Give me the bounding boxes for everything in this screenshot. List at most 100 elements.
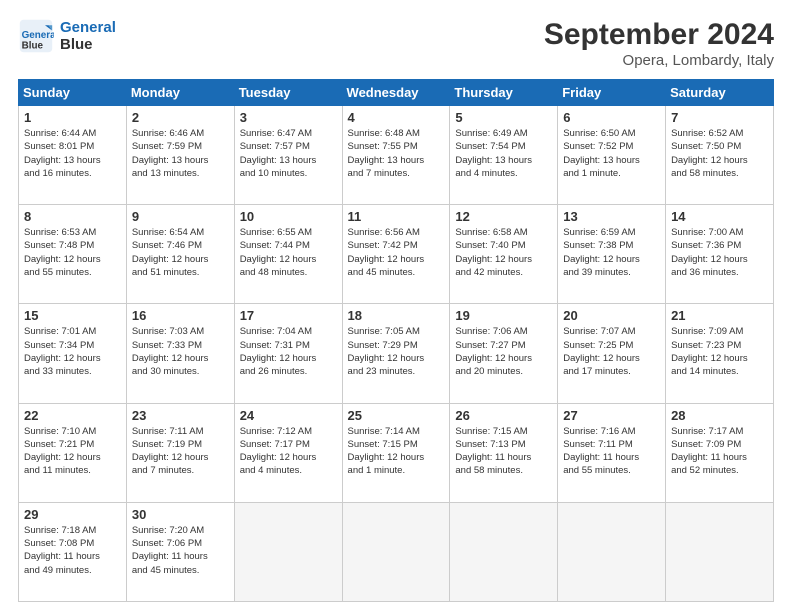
day-number: 1 xyxy=(24,110,121,125)
calendar-header-sunday: Sunday xyxy=(19,80,127,106)
sub-title: Opera, Lombardy, Italy xyxy=(544,52,774,69)
day-detail: Sunrise: 6:47 AM Sunset: 7:57 PM Dayligh… xyxy=(240,127,337,180)
calendar-header-wednesday: Wednesday xyxy=(342,80,450,106)
calendar-day-cell: 28 Sunrise: 7:17 AM Sunset: 7:09 PM Dayli… xyxy=(666,403,774,502)
day-detail: Sunrise: 7:17 AM Sunset: 7:09 PM Dayligh… xyxy=(671,425,768,478)
main-title: September 2024 xyxy=(544,18,774,52)
title-block: September 2024 Opera, Lombardy, Italy xyxy=(544,18,774,69)
day-number: 29 xyxy=(24,507,121,522)
day-detail: Sunrise: 7:14 AM Sunset: 7:15 PM Dayligh… xyxy=(348,425,445,478)
calendar-day-cell: 17Sunrise: 7:04 AM Sunset: 7:31 PM Dayli… xyxy=(234,304,342,403)
day-number: 28 xyxy=(671,408,768,423)
day-number: 26 xyxy=(455,408,552,423)
day-detail: Sunrise: 6:52 AM Sunset: 7:50 PM Dayligh… xyxy=(671,127,768,180)
calendar-header-row: SundayMondayTuesdayWednesdayThursdayFrid… xyxy=(19,80,774,106)
calendar-day-cell: 3Sunrise: 6:47 AM Sunset: 7:57 PM Daylig… xyxy=(234,106,342,205)
day-number: 15 xyxy=(24,308,121,323)
calendar-day-cell: 25 Sunrise: 7:14 AM Sunset: 7:15 PM Dayli… xyxy=(342,403,450,502)
calendar-header-monday: Monday xyxy=(126,80,234,106)
day-number: 24 xyxy=(240,408,337,423)
day-number: 22 xyxy=(24,408,121,423)
logo: General Blue General Blue xyxy=(18,18,116,54)
day-number: 10 xyxy=(240,209,337,224)
day-number: 27 xyxy=(563,408,660,423)
calendar-day-cell: 7 Sunrise: 6:52 AM Sunset: 7:50 PM Daylig… xyxy=(666,106,774,205)
day-number: 8 xyxy=(24,209,121,224)
calendar-day-cell: 14Sunrise: 7:00 AM Sunset: 7:36 PM Dayli… xyxy=(666,205,774,304)
day-number: 6 xyxy=(563,110,660,125)
calendar-day-cell: 13 Sunrise: 6:59 AM Sunset: 7:38 PM Dayli… xyxy=(558,205,666,304)
day-number: 16 xyxy=(132,308,229,323)
calendar-day-cell: 1 Sunrise: 6:44 AM Sunset: 8:01 PM Daylig… xyxy=(19,106,127,205)
day-detail: Sunrise: 6:59 AM Sunset: 7:38 PM Dayligh… xyxy=(563,226,660,279)
calendar-day-cell: 27 Sunrise: 7:16 AM Sunset: 7:11 PM Dayli… xyxy=(558,403,666,502)
calendar-day-cell: 26 Sunrise: 7:15 AM Sunset: 7:13 PM Dayli… xyxy=(450,403,558,502)
day-detail: Sunrise: 7:18 AM Sunset: 7:08 PM Dayligh… xyxy=(24,524,121,577)
day-detail: Sunrise: 7:06 AM Sunset: 7:27 PM Dayligh… xyxy=(455,325,552,378)
day-detail: Sunrise: 6:49 AM Sunset: 7:54 PM Dayligh… xyxy=(455,127,552,180)
day-number: 7 xyxy=(671,110,768,125)
day-number: 21 xyxy=(671,308,768,323)
day-detail: Sunrise: 7:11 AM Sunset: 7:19 PM Dayligh… xyxy=(132,425,229,478)
day-detail: Sunrise: 7:03 AM Sunset: 7:33 PM Dayligh… xyxy=(132,325,229,378)
logo-text: General Blue xyxy=(60,19,116,53)
calendar-day-cell: 11 Sunrise: 6:56 AM Sunset: 7:42 PM Dayli… xyxy=(342,205,450,304)
day-detail: Sunrise: 6:50 AM Sunset: 7:52 PM Dayligh… xyxy=(563,127,660,180)
day-number: 14 xyxy=(671,209,768,224)
calendar-day-cell: 29 Sunrise: 7:18 AM Sunset: 7:08 PM Dayli… xyxy=(19,502,127,601)
day-number: 23 xyxy=(132,408,229,423)
calendar-day-cell: 6 Sunrise: 6:50 AM Sunset: 7:52 PM Daylig… xyxy=(558,106,666,205)
day-detail: Sunrise: 7:12 AM Sunset: 7:17 PM Dayligh… xyxy=(240,425,337,478)
day-number: 4 xyxy=(348,110,445,125)
calendar-day-cell: 18 Sunrise: 7:05 AM Sunset: 7:29 PM Dayli… xyxy=(342,304,450,403)
day-number: 25 xyxy=(348,408,445,423)
svg-text:Blue: Blue xyxy=(22,41,44,52)
calendar-day-cell: 22Sunrise: 7:10 AM Sunset: 7:21 PM Dayli… xyxy=(19,403,127,502)
day-detail: Sunrise: 6:44 AM Sunset: 8:01 PM Dayligh… xyxy=(24,127,121,180)
calendar-header-friday: Friday xyxy=(558,80,666,106)
day-detail: Sunrise: 7:01 AM Sunset: 7:34 PM Dayligh… xyxy=(24,325,121,378)
logo-icon: General Blue xyxy=(18,18,54,54)
calendar-day-cell: 15 Sunrise: 7:01 AM Sunset: 7:34 PM Dayli… xyxy=(19,304,127,403)
calendar-day-cell: 30Sunrise: 7:20 AM Sunset: 7:06 PM Dayli… xyxy=(126,502,234,601)
day-detail: Sunrise: 7:04 AM Sunset: 7:31 PM Dayligh… xyxy=(240,325,337,378)
calendar-day-cell: 5 Sunrise: 6:49 AM Sunset: 7:54 PM Daylig… xyxy=(450,106,558,205)
calendar-day-cell: 9Sunrise: 6:54 AM Sunset: 7:46 PM Daylig… xyxy=(126,205,234,304)
day-detail: Sunrise: 6:56 AM Sunset: 7:42 PM Dayligh… xyxy=(348,226,445,279)
calendar-day-cell: 23 Sunrise: 7:11 AM Sunset: 7:19 PM Dayli… xyxy=(126,403,234,502)
calendar-day-cell xyxy=(342,502,450,601)
calendar-day-cell: 4Sunrise: 6:48 AM Sunset: 7:55 PM Daylig… xyxy=(342,106,450,205)
day-detail: Sunrise: 7:16 AM Sunset: 7:11 PM Dayligh… xyxy=(563,425,660,478)
svg-text:General: General xyxy=(22,30,54,41)
calendar-day-cell: 8 Sunrise: 6:53 AM Sunset: 7:48 PM Daylig… xyxy=(19,205,127,304)
calendar-day-cell xyxy=(558,502,666,601)
day-number: 13 xyxy=(563,209,660,224)
day-detail: Sunrise: 7:05 AM Sunset: 7:29 PM Dayligh… xyxy=(348,325,445,378)
calendar-header-thursday: Thursday xyxy=(450,80,558,106)
calendar-week-3: 15 Sunrise: 7:01 AM Sunset: 7:34 PM Dayli… xyxy=(19,304,774,403)
day-number: 11 xyxy=(348,209,445,224)
day-number: 20 xyxy=(563,308,660,323)
calendar-day-cell: 16 Sunrise: 7:03 AM Sunset: 7:33 PM Dayli… xyxy=(126,304,234,403)
day-detail: Sunrise: 7:15 AM Sunset: 7:13 PM Dayligh… xyxy=(455,425,552,478)
day-detail: Sunrise: 6:46 AM Sunset: 7:59 PM Dayligh… xyxy=(132,127,229,180)
day-detail: Sunrise: 7:09 AM Sunset: 7:23 PM Dayligh… xyxy=(671,325,768,378)
calendar-week-5: 29 Sunrise: 7:18 AM Sunset: 7:08 PM Dayli… xyxy=(19,502,774,601)
day-detail: Sunrise: 6:58 AM Sunset: 7:40 PM Dayligh… xyxy=(455,226,552,279)
day-detail: Sunrise: 6:54 AM Sunset: 7:46 PM Dayligh… xyxy=(132,226,229,279)
calendar-week-2: 8 Sunrise: 6:53 AM Sunset: 7:48 PM Daylig… xyxy=(19,205,774,304)
calendar-day-cell xyxy=(666,502,774,601)
day-number: 12 xyxy=(455,209,552,224)
day-detail: Sunrise: 7:07 AM Sunset: 7:25 PM Dayligh… xyxy=(563,325,660,378)
calendar-day-cell xyxy=(234,502,342,601)
calendar-day-cell: 19 Sunrise: 7:06 AM Sunset: 7:27 PM Dayli… xyxy=(450,304,558,403)
day-number: 2 xyxy=(132,110,229,125)
day-number: 18 xyxy=(348,308,445,323)
day-detail: Sunrise: 6:53 AM Sunset: 7:48 PM Dayligh… xyxy=(24,226,121,279)
calendar-table: SundayMondayTuesdayWednesdayThursdayFrid… xyxy=(18,79,774,602)
day-number: 5 xyxy=(455,110,552,125)
calendar-day-cell: 24 Sunrise: 7:12 AM Sunset: 7:17 PM Dayli… xyxy=(234,403,342,502)
calendar-day-cell: 21 Sunrise: 7:09 AM Sunset: 7:23 PM Dayli… xyxy=(666,304,774,403)
calendar-week-1: 1 Sunrise: 6:44 AM Sunset: 8:01 PM Daylig… xyxy=(19,106,774,205)
day-number: 19 xyxy=(455,308,552,323)
